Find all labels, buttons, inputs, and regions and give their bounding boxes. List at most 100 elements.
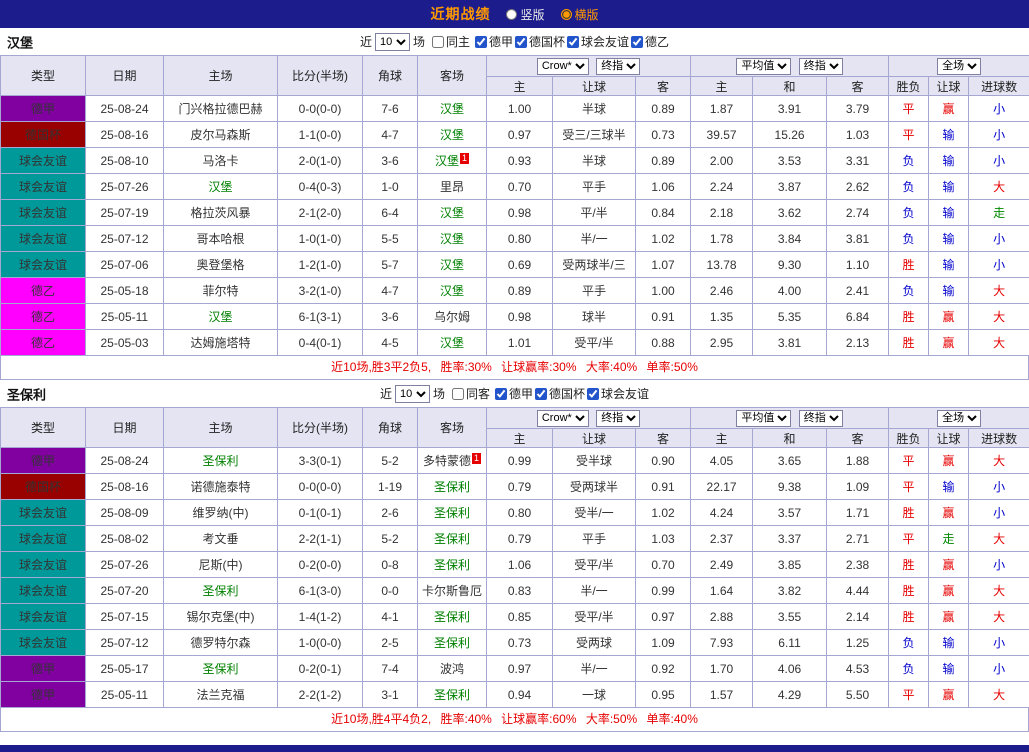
league-checkbox[interactable] (631, 36, 643, 48)
team-label: 圣保利 (202, 454, 238, 468)
odds-away-cell: 0.89 (636, 96, 691, 122)
handicap-cell: 受半球 (553, 448, 636, 474)
league-checkbox[interactable] (475, 36, 487, 48)
result-outcome-cell: 胜 (889, 304, 929, 330)
avg-away-cell: 1.03 (827, 122, 889, 148)
handicap-cell: 受平/半 (553, 552, 636, 578)
avg-away-cell: 4.53 (827, 656, 889, 682)
corner-cell: 2-6 (363, 500, 418, 526)
match-date-cell: 25-08-16 (86, 474, 164, 500)
avg-away-cell: 1.25 (827, 630, 889, 656)
match-count-select[interactable]: 10 (375, 33, 410, 51)
odds-away-cell: 0.84 (636, 200, 691, 226)
match-row: 德国杯25-08-16诺德施泰特0-0(0-0)1-19圣保利0.79受两球半0… (1, 474, 1029, 500)
team-name: 汉堡 (7, 32, 33, 51)
team-label: 汉堡 (440, 284, 464, 298)
league-checkbox[interactable] (515, 36, 527, 48)
result-goals-cell: 小 (969, 226, 1029, 252)
result-handicap-cell: 走 (929, 526, 969, 552)
same-venue-filter[interactable]: 同客 (452, 385, 490, 402)
league-filter[interactable]: 德甲 (475, 33, 513, 50)
odds-stage-select[interactable]: 终指 (596, 58, 640, 75)
match-row: 球会友谊25-07-19格拉茨风暴2-1(2-0)6-4汉堡0.98平/半0.8… (1, 200, 1029, 226)
handicap-cell: 受平/半 (553, 604, 636, 630)
odds-away-cell: 1.09 (636, 630, 691, 656)
team-label: 维罗纳(中) (193, 506, 249, 520)
league-checkbox[interactable] (567, 36, 579, 48)
scope-group: 全场 (889, 56, 1029, 77)
away-team-cell: 汉堡 (418, 252, 487, 278)
avg-source-select[interactable]: 平均值 (736, 410, 791, 427)
team-label: 门兴格拉德巴赫 (178, 102, 262, 116)
result-outcome-cell: 平 (889, 474, 929, 500)
odds-source-select[interactable]: Crow* (537, 410, 589, 427)
odds-home-cell: 0.98 (487, 200, 553, 226)
home-team-cell: 德罗特尔森 (164, 630, 278, 656)
odds-stage-select[interactable]: 终指 (596, 410, 640, 427)
odds-away-cell: 0.91 (636, 474, 691, 500)
avg-away-cell: 1.10 (827, 252, 889, 278)
league-filter[interactable]: 德乙 (631, 33, 669, 50)
league-type-cell: 德乙 (1, 304, 86, 330)
odds-home-cell: 0.79 (487, 526, 553, 552)
league-type-cell: 球会友谊 (1, 526, 86, 552)
league-checkbox[interactable] (495, 388, 507, 400)
same-venue-checkbox[interactable] (452, 388, 464, 400)
league-filter[interactable]: 球会友谊 (567, 33, 629, 50)
scope-select[interactable]: 全场 (937, 410, 981, 427)
avg-stage-select[interactable]: 终指 (799, 410, 843, 427)
league-filter[interactable]: 球会友谊 (587, 385, 649, 402)
result-handicap-cell: 输 (929, 252, 969, 278)
result-outcome-cell: 负 (889, 200, 929, 226)
odds-home-cell: 1.01 (487, 330, 553, 356)
sub-header-odds-away: 客 (636, 77, 691, 96)
league-filter[interactable]: 德甲 (495, 385, 533, 402)
league-checkbox[interactable] (587, 388, 599, 400)
results-table: 类型 日期 主场 比分(半场) 角球 客场 Crow* 终指 平均值 终指 全场 (0, 407, 1029, 708)
league-checkbox[interactable] (535, 388, 547, 400)
avg-away-cell: 2.38 (827, 552, 889, 578)
horizontal-radio[interactable] (561, 9, 572, 20)
league-filter[interactable]: 德国杯 (535, 385, 585, 402)
league-type-cell: 球会友谊 (1, 578, 86, 604)
layout-radio-horizontal[interactable]: 横版 (561, 6, 599, 23)
team-label: 汉堡 (440, 128, 464, 142)
handicap-cell: 半/一 (553, 226, 636, 252)
team-label: 哥本哈根 (196, 232, 244, 246)
handicap-cell: 受平/半 (553, 330, 636, 356)
avg-away-cell: 2.71 (827, 526, 889, 552)
team-label: 汉堡 (440, 232, 464, 246)
avg-source-select[interactable]: 平均值 (736, 58, 791, 75)
league-type-cell: 球会友谊 (1, 552, 86, 578)
result-outcome-cell: 胜 (889, 552, 929, 578)
odds-away-cell: 1.00 (636, 278, 691, 304)
scope-select[interactable]: 全场 (937, 58, 981, 75)
match-row: 德乙25-05-11汉堡6-1(3-1)3-6乌尔姆0.98球半0.911.35… (1, 304, 1029, 330)
same-venue-filter[interactable]: 同主 (432, 33, 470, 50)
match-count-select[interactable]: 10 (395, 385, 430, 403)
corner-cell: 4-7 (363, 122, 418, 148)
handicap-cell: 一球 (553, 682, 636, 708)
col-header-away: 客场 (418, 408, 487, 448)
result-handicap-cell: 输 (929, 148, 969, 174)
league-filter[interactable]: 德国杯 (515, 33, 565, 50)
avg-home-cell: 2.95 (691, 330, 753, 356)
odds-away-cell: 1.02 (636, 500, 691, 526)
result-handicap-cell: 输 (929, 656, 969, 682)
team-label: 菲尔特 (202, 284, 238, 298)
same-venue-checkbox[interactable] (432, 36, 444, 48)
avg-draw-cell: 3.87 (753, 174, 827, 200)
odds-source-group: Crow* 终指 (487, 408, 691, 429)
avg-home-cell: 1.57 (691, 682, 753, 708)
result-outcome-cell: 胜 (889, 500, 929, 526)
layout-radio-vertical[interactable]: 竖版 (506, 6, 544, 23)
handicap-cell: 受两球 (553, 630, 636, 656)
handicap-cell: 受两球半/三 (553, 252, 636, 278)
league-type-cell: 德乙 (1, 278, 86, 304)
odds-source-select[interactable]: Crow* (537, 58, 589, 75)
avg-stage-select[interactable]: 终指 (799, 58, 843, 75)
team-label: 汉堡 (208, 180, 232, 194)
team-label: 汉堡 (435, 154, 459, 168)
vertical-radio[interactable] (506, 9, 517, 20)
match-date-cell: 25-05-11 (86, 304, 164, 330)
